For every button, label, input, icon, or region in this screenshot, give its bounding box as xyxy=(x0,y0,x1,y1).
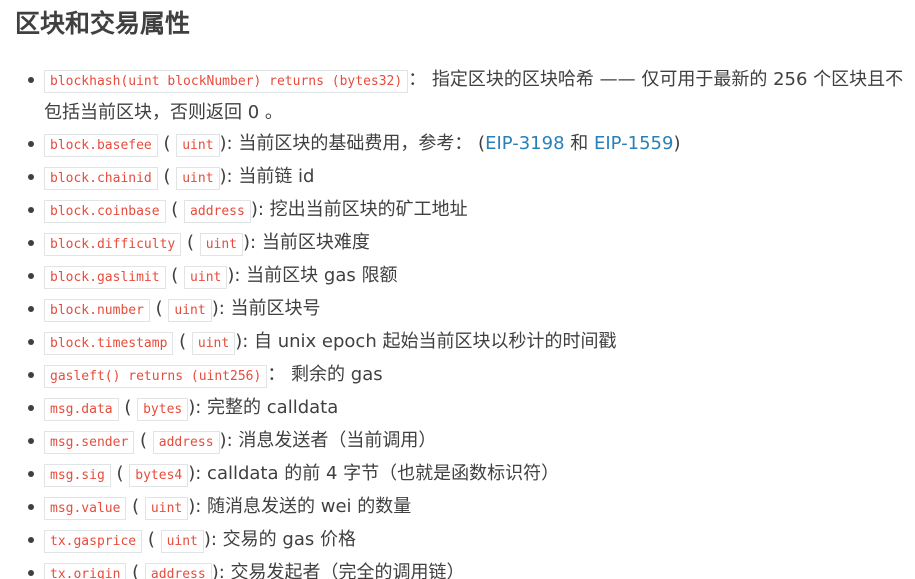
code-blockhash: blockhash(uint blockNumber) returns (byt… xyxy=(44,70,409,93)
list-item-tx-gasprice: tx.gasprice ( uint): 交易的 gas 价格 xyxy=(25,524,905,557)
open-paren: ( xyxy=(134,430,153,451)
code-tx-gasprice: tx.gasprice xyxy=(44,530,143,553)
item-description: ): 当前区块号 xyxy=(211,298,321,319)
type-code: address xyxy=(152,431,220,454)
open-paren: ( xyxy=(173,331,192,352)
list-item-block-number: block.number ( uint): 当前区块号 xyxy=(25,293,905,326)
open-paren: ( xyxy=(181,232,200,253)
item-description: ): 交易的 gas 价格 xyxy=(203,529,356,550)
type-code: uint xyxy=(191,332,236,355)
type-code: address xyxy=(144,563,212,579)
list-item-msg-data: msg.data ( bytes): 完整的 calldata xyxy=(25,392,905,425)
type-code: uint xyxy=(168,299,212,322)
type-code: uint xyxy=(176,134,220,157)
type-code: bytes xyxy=(137,398,189,421)
open-paren: ( xyxy=(126,562,145,579)
list-item-msg-sig: msg.sig ( bytes4): calldata 的前 4 字节（也就是函… xyxy=(25,458,905,491)
list-item-block-difficulty: block.difficulty ( uint): 当前区块难度 xyxy=(25,227,905,260)
item-description: ): 当前区块 gas 限额 xyxy=(227,265,398,286)
item-description: ): calldata 的前 4 字节（也就是函数标识符） xyxy=(188,463,560,484)
code-tx-origin: tx.origin xyxy=(44,563,127,579)
code-block-gaslimit: block.gaslimit xyxy=(44,266,166,289)
list-item-blockhash: blockhash(uint blockNumber) returns (byt… xyxy=(25,64,905,128)
type-code: address xyxy=(184,200,251,223)
link-eip-1559[interactable]: EIP-1559 xyxy=(594,133,673,154)
item-description: ): 消息发送者（当前调用） xyxy=(219,430,437,451)
list-item-block-timestamp: block.timestamp ( uint): 自 unix epoch 起始… xyxy=(25,326,905,359)
code-block-coinbase: block.coinbase xyxy=(44,200,166,223)
open-paren: ( xyxy=(118,397,138,418)
open-paren: ( xyxy=(157,133,177,154)
type-code: uint xyxy=(199,233,244,256)
open-paren: ( xyxy=(126,496,145,517)
item-description: ): 完整的 calldata xyxy=(188,397,339,418)
property-list: blockhash(uint blockNumber) returns (byt… xyxy=(25,64,905,579)
and-text: 和 xyxy=(564,133,594,154)
code-gasleft: gasleft() returns (uint256) xyxy=(44,365,268,388)
type-code: uint xyxy=(176,167,220,190)
code-block-timestamp: block.timestamp xyxy=(44,332,174,355)
item-description: ): 当前区块难度 xyxy=(243,232,370,253)
link-eip-3198[interactable]: EIP-3198 xyxy=(485,133,564,154)
list-item-block-chainid: block.chainid ( uint): 当前链 id xyxy=(25,161,905,194)
item-description: ): 当前区块的基础费用，参考： ( xyxy=(219,133,486,154)
list-item-block-gaslimit: block.gaslimit ( uint): 当前区块 gas 限额 xyxy=(25,260,905,293)
type-code: uint xyxy=(184,266,228,289)
item-description: ): 随消息发送的 wei 的数量 xyxy=(188,496,412,517)
item-description: ): 自 unix epoch 起始当前区块以秒计的时间戳 xyxy=(235,331,617,352)
item-description: ): 当前链 id xyxy=(219,166,315,187)
list-item-msg-sender: msg.sender ( address): 消息发送者（当前调用） xyxy=(25,425,905,458)
item-description: ): 挖出当前区块的矿工地址 xyxy=(250,199,468,220)
code-block-difficulty: block.difficulty xyxy=(44,233,182,256)
type-code: uint xyxy=(160,530,204,553)
code-block-number: block.number xyxy=(44,299,150,322)
open-paren: ( xyxy=(149,298,169,319)
list-item-block-basefee: block.basefee ( uint): 当前区块的基础费用，参考： (EI… xyxy=(25,128,905,161)
list-item-block-coinbase: block.coinbase ( address): 挖出当前区块的矿工地址 xyxy=(25,194,905,227)
code-msg-sender: msg.sender xyxy=(44,431,135,454)
open-paren: ( xyxy=(142,529,161,550)
code-msg-sig: msg.sig xyxy=(44,464,111,487)
open-paren: ( xyxy=(157,166,177,187)
code-msg-data: msg.data xyxy=(44,398,119,421)
page: 区块和交易属性 blockhash(uint blockNumber) retu… xyxy=(0,0,915,579)
item-description: ： 剩余的 gas xyxy=(267,364,383,385)
list-item-msg-value: msg.value ( uint): 随消息发送的 wei 的数量 xyxy=(25,491,905,524)
section-heading: 区块和交易属性 xyxy=(15,9,191,38)
close-paren: ) xyxy=(673,133,681,154)
open-paren: ( xyxy=(165,199,185,220)
type-code: bytes4 xyxy=(129,464,189,487)
open-paren: ( xyxy=(110,463,130,484)
code-msg-value: msg.value xyxy=(44,497,127,520)
item-description: ): 交易发起者（完全的调用链） xyxy=(211,562,465,579)
code-block-basefee: block.basefee xyxy=(44,134,158,157)
list-item-gasleft: gasleft() returns (uint256)： 剩余的 gas xyxy=(25,359,905,392)
list-item-tx-origin: tx.origin ( address): 交易发起者（完全的调用链） xyxy=(25,557,905,579)
open-paren: ( xyxy=(165,265,185,286)
code-block-chainid: block.chainid xyxy=(44,167,158,190)
type-code: uint xyxy=(144,497,189,520)
